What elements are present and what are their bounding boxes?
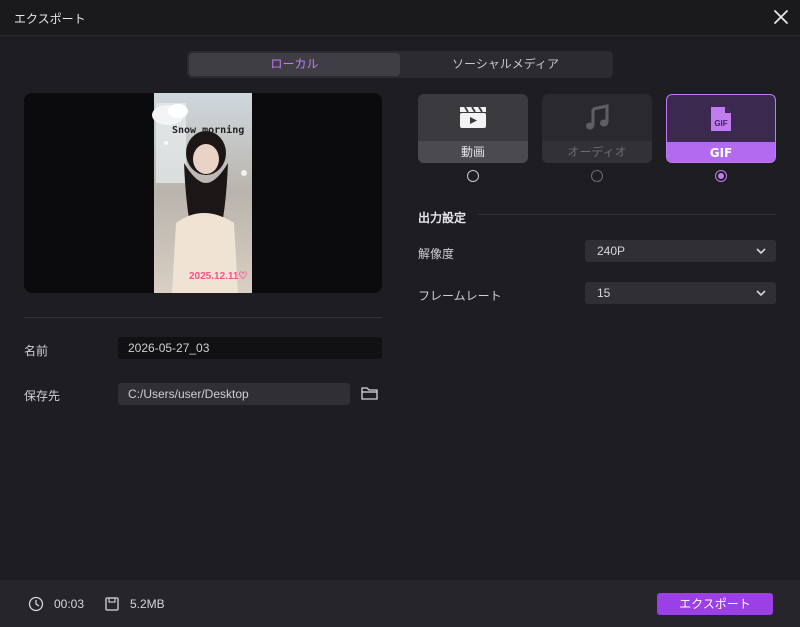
format-audio-card[interactable]: オーディオ bbox=[542, 94, 652, 163]
format-audio-top bbox=[542, 94, 652, 141]
format-audio-label: オーディオ bbox=[542, 141, 652, 163]
output-settings-title: 出力設定 bbox=[418, 211, 467, 225]
browse-folder-button[interactable] bbox=[360, 384, 380, 402]
format-audio-radio[interactable] bbox=[591, 170, 603, 182]
format-gif-top: GIF bbox=[667, 95, 775, 142]
preview-thumbnail bbox=[146, 93, 260, 293]
format-gif-radio[interactable] bbox=[715, 170, 727, 182]
left-divider bbox=[24, 317, 382, 318]
framerate-value: 15 bbox=[597, 286, 611, 300]
name-label: 名前 bbox=[24, 344, 49, 358]
resolution-value: 240P bbox=[597, 244, 626, 258]
export-tabs: ローカル ソーシャルメディア bbox=[187, 51, 613, 78]
export-button[interactable]: エクスポート bbox=[657, 593, 773, 615]
window-title: エクスポート bbox=[14, 12, 86, 26]
music-note-icon bbox=[586, 104, 609, 130]
save-disk-icon bbox=[105, 597, 119, 611]
resolution-label: 解像度 bbox=[418, 247, 455, 261]
save-location-field[interactable]: C:/Users/user/Desktop bbox=[118, 383, 350, 405]
gif-file-icon: GIF bbox=[711, 107, 731, 131]
format-gif-label: GIF bbox=[667, 142, 775, 162]
close-button[interactable] bbox=[770, 6, 792, 28]
clapperboard-icon bbox=[460, 106, 486, 128]
save-location-label: 保存先 bbox=[24, 389, 61, 403]
format-video-card[interactable]: 動画 bbox=[418, 94, 528, 163]
preview-date-text: 2025.12.11♡ bbox=[189, 271, 248, 282]
preview-overlay-text: Snow morning bbox=[172, 125, 245, 136]
format-gif-card[interactable]: GIF GIF bbox=[666, 94, 776, 163]
title-bar: エクスポート bbox=[0, 0, 800, 36]
framerate-select[interactable]: 15 bbox=[585, 282, 776, 304]
duration-text: 00:03 bbox=[54, 597, 85, 611]
folder-icon bbox=[361, 387, 378, 400]
format-video-label: 動画 bbox=[418, 141, 528, 163]
format-video-top bbox=[418, 94, 528, 141]
clock-icon bbox=[28, 596, 44, 612]
close-icon bbox=[774, 10, 788, 24]
footer-bar: 00:03 5.2MB エクスポート bbox=[0, 580, 800, 627]
svg-text:GIF: GIF bbox=[714, 119, 727, 128]
output-settings-underline bbox=[478, 214, 776, 215]
resolution-select[interactable]: 240P bbox=[585, 240, 776, 262]
chevron-down-icon bbox=[756, 290, 766, 297]
format-video-radio[interactable] bbox=[467, 170, 479, 182]
chevron-down-icon bbox=[756, 248, 766, 255]
tab-social-media[interactable]: ソーシャルメディア bbox=[400, 53, 611, 76]
framerate-label: フレームレート bbox=[418, 289, 502, 303]
name-field[interactable]: 2026-05-27_03 bbox=[118, 337, 382, 359]
file-size-text: 5.2MB bbox=[130, 597, 165, 611]
tab-local[interactable]: ローカル bbox=[189, 53, 400, 76]
video-preview: Snow morning 2025.12.11♡ bbox=[24, 93, 382, 293]
